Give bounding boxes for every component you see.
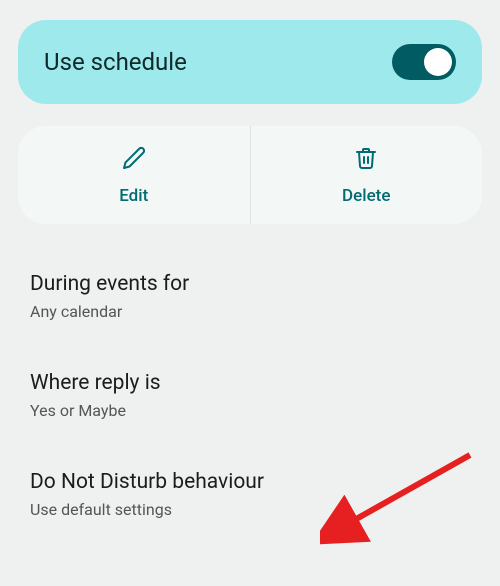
setting-title: Do Not Disturb behaviour xyxy=(30,470,470,494)
delete-button[interactable]: Delete xyxy=(251,126,483,224)
setting-subtitle: Use default settings xyxy=(30,500,470,519)
trash-icon xyxy=(354,146,378,174)
setting-subtitle: Any calendar xyxy=(30,302,470,321)
delete-label: Delete xyxy=(342,186,390,206)
edit-label: Edit xyxy=(119,186,148,206)
setting-title: Where reply is xyxy=(30,371,470,395)
setting-title: During events for xyxy=(30,272,470,296)
switch-knob xyxy=(424,48,452,76)
setting-where-reply[interactable]: Where reply is Yes or Maybe xyxy=(18,357,482,434)
use-schedule-switch[interactable] xyxy=(392,44,456,80)
use-schedule-toggle-card[interactable]: Use schedule xyxy=(18,20,482,104)
edit-button[interactable]: Edit xyxy=(18,126,251,224)
setting-dnd-behaviour[interactable]: Do Not Disturb behaviour Use default set… xyxy=(18,456,482,533)
setting-subtitle: Yes or Maybe xyxy=(30,401,470,420)
pencil-icon xyxy=(122,146,146,174)
setting-during-events[interactable]: During events for Any calendar xyxy=(18,258,482,335)
use-schedule-label: Use schedule xyxy=(44,48,187,76)
actions-row: Edit Delete xyxy=(18,126,482,224)
